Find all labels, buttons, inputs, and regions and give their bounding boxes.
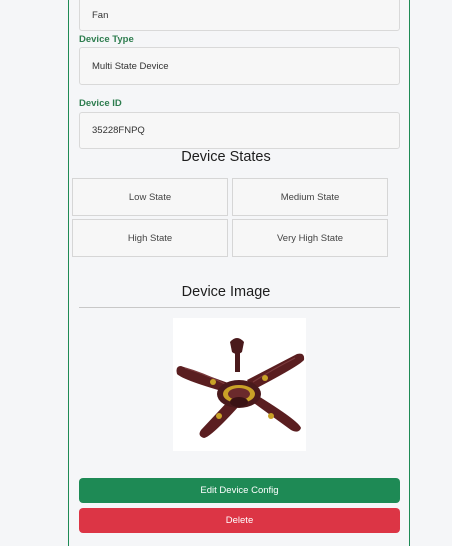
device-id-value: 35228FNPQ <box>92 125 145 136</box>
state-low[interactable]: Low State <box>72 178 228 216</box>
edit-device-config-button[interactable]: Edit Device Config <box>79 478 400 503</box>
device-states-title: Device States <box>181 149 271 165</box>
device-id-label: Device ID <box>79 98 122 109</box>
state-high-label: High State <box>127 232 173 244</box>
device-id-field[interactable]: 35228FNPQ <box>79 112 400 149</box>
device-type-field[interactable]: Multi State Device <box>79 47 400 85</box>
state-very-high[interactable]: Very High State <box>232 219 388 257</box>
delete-label: Delete <box>225 515 254 526</box>
state-very-high-label: Very High State <box>276 232 343 244</box>
device-name-field[interactable]: Fan <box>79 0 400 31</box>
state-low-label: Low State <box>128 191 172 203</box>
state-medium[interactable]: Medium State <box>232 178 388 216</box>
device-type-value: Multi State Device <box>92 60 169 72</box>
ceiling-fan-image <box>176 338 305 438</box>
device-detail-page: Fan Device Type Multi State Device Devic… <box>0 0 452 546</box>
delete-button[interactable]: Delete <box>79 508 400 533</box>
state-high[interactable]: High State <box>72 219 228 257</box>
edit-device-config-label: Edit Device Config <box>200 485 279 496</box>
device-type-label: Device Type <box>79 34 134 45</box>
device-name-value: Fan <box>92 10 109 21</box>
device-image-title: Device Image <box>181 284 271 300</box>
device-image <box>173 318 306 451</box>
section-divider <box>79 307 400 308</box>
state-medium-label: Medium State <box>280 191 340 203</box>
